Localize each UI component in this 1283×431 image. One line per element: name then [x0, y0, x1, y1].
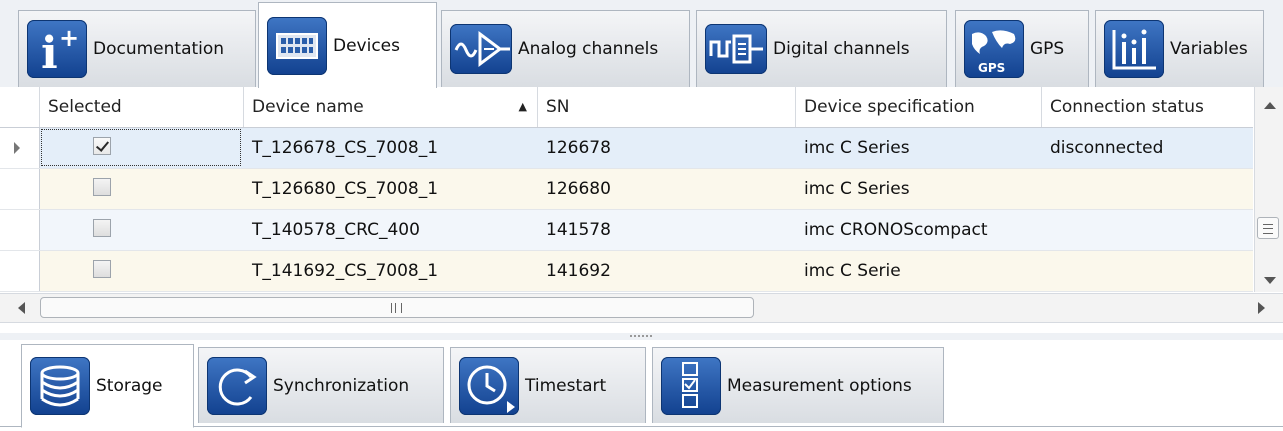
- row-header[interactable]: [0, 169, 40, 209]
- row-header[interactable]: [0, 251, 40, 291]
- grip-icon: [1263, 224, 1273, 234]
- tab-label: Measurement options: [727, 375, 912, 396]
- tab-gps[interactable]: GPS GPS: [955, 10, 1089, 87]
- tab-label: Variables: [1170, 39, 1248, 59]
- connection-status-cell: [1042, 210, 1050, 250]
- device-name-cell: T_140578_CRC_400: [252, 220, 420, 240]
- sort-ascending-icon: ▲: [518, 100, 527, 113]
- selected-checkbox[interactable]: [93, 260, 111, 278]
- tab-digital-channels[interactable]: Digital channels: [696, 10, 947, 87]
- devices-grid: Selected Device name ▲ SN Device specifi…: [0, 87, 1283, 333]
- tab-storage[interactable]: Storage: [21, 344, 194, 428]
- device-specification-cell: imc CRONOScompact: [804, 220, 988, 240]
- clock-icon: [459, 356, 519, 415]
- column-header-device-specification[interactable]: Device specification: [796, 87, 1042, 127]
- tab-label: Timestart: [525, 375, 607, 396]
- tab-label: GPS: [1030, 39, 1065, 59]
- table-row[interactable]: T_126680_CS_7008_1 126680 imc C Series: [0, 169, 1253, 210]
- tab-label: Digital channels: [773, 39, 910, 59]
- tab-label: Storage: [96, 376, 163, 396]
- focus-rectangle: [41, 129, 241, 166]
- svg-text:i: i: [41, 28, 58, 78]
- selected-checkbox[interactable]: [93, 178, 111, 196]
- bottom-tab-strip: Storage Synchronization Timestart Measur…: [0, 340, 1283, 431]
- column-header-device-name[interactable]: Device name ▲: [244, 87, 538, 127]
- sn-cell: 141578: [546, 220, 611, 240]
- table-row[interactable]: T_140578_CRC_400 141578 imc CRONOScompac…: [0, 210, 1253, 251]
- vertical-scrollbar[interactable]: [1254, 87, 1283, 292]
- tab-timestart[interactable]: Timestart: [450, 347, 646, 423]
- panel-splitter[interactable]: [0, 333, 1283, 340]
- info-icon: i +: [27, 20, 87, 78]
- device-specification-cell: imc C Serie: [804, 261, 901, 281]
- sn-cell: 126680: [546, 179, 611, 199]
- tab-devices[interactable]: Devices: [258, 2, 437, 88]
- selected-checkbox[interactable]: [93, 137, 111, 155]
- scroll-left-arrow-icon[interactable]: [18, 302, 25, 314]
- vertical-scroll-thumb[interactable]: [1257, 217, 1279, 239]
- gps-icon: GPS: [964, 20, 1024, 78]
- digital-channels-icon: [705, 24, 767, 74]
- storage-icon: [30, 357, 90, 415]
- connection-status-cell: [1042, 169, 1050, 209]
- scroll-up-arrow-icon[interactable]: [1264, 102, 1276, 109]
- tab-label: Documentation: [93, 39, 225, 59]
- tab-variables[interactable]: Variables: [1095, 10, 1264, 87]
- grip-icon: [391, 303, 402, 313]
- device-name-cell: T_126678_CS_7008_1: [252, 138, 439, 158]
- column-header-label: Device name: [252, 97, 364, 117]
- tab-label: Analog channels: [518, 39, 659, 59]
- device-specification-cell: imc C Series: [804, 179, 910, 199]
- row-header[interactable]: [0, 210, 40, 250]
- table-row[interactable]: T_126678_CS_7008_1 126678 imc C Series d…: [0, 128, 1253, 169]
- table-row[interactable]: T_141692_CS_7008_1 141692 imc C Serie: [0, 251, 1253, 292]
- synchronization-icon: [207, 356, 267, 415]
- tab-analog-channels[interactable]: Analog channels: [441, 10, 690, 87]
- sn-cell: 141692: [546, 261, 611, 281]
- device-specification-cell: imc C Series: [804, 138, 910, 158]
- row-header[interactable]: [0, 128, 40, 168]
- checklist-icon: [661, 356, 721, 415]
- connection-status-cell: [1042, 251, 1050, 291]
- device-name-cell: T_141692_CS_7008_1: [252, 261, 439, 281]
- column-header-sn[interactable]: SN: [538, 87, 796, 127]
- splitter-grip-icon: [630, 335, 652, 339]
- analog-channels-icon: [450, 24, 512, 74]
- device-name-cell: T_126680_CS_7008_1: [252, 179, 439, 199]
- row-header-corner: [0, 87, 40, 127]
- tab-documentation[interactable]: i + Documentation: [18, 10, 256, 87]
- scroll-right-arrow-icon[interactable]: [1258, 302, 1265, 314]
- svg-text:+: +: [59, 24, 79, 52]
- top-tab-strip: i + Documentation Devices Analog channels…: [0, 0, 1283, 88]
- current-row-pointer-icon: [14, 142, 20, 154]
- column-header-selected[interactable]: Selected: [40, 87, 244, 127]
- sn-cell: 126678: [546, 138, 611, 158]
- tab-label: Synchronization: [273, 375, 410, 396]
- column-header-connection-status[interactable]: Connection status: [1042, 87, 1253, 127]
- horizontal-scroll-thumb[interactable]: [40, 297, 754, 318]
- tab-label: Devices: [333, 35, 400, 56]
- devices-icon: [267, 16, 327, 75]
- grid-header: Selected Device name ▲ SN Device specifi…: [0, 87, 1253, 128]
- variables-icon: [1104, 20, 1164, 78]
- tab-synchronization[interactable]: Synchronization: [198, 347, 444, 423]
- svg-text:GPS: GPS: [978, 61, 1005, 75]
- connection-status-cell: disconnected: [1050, 138, 1164, 158]
- tab-measurement-options[interactable]: Measurement options: [652, 347, 944, 423]
- horizontal-scrollbar[interactable]: [0, 293, 1283, 323]
- scroll-down-arrow-icon[interactable]: [1264, 277, 1276, 284]
- selected-checkbox[interactable]: [93, 219, 111, 237]
